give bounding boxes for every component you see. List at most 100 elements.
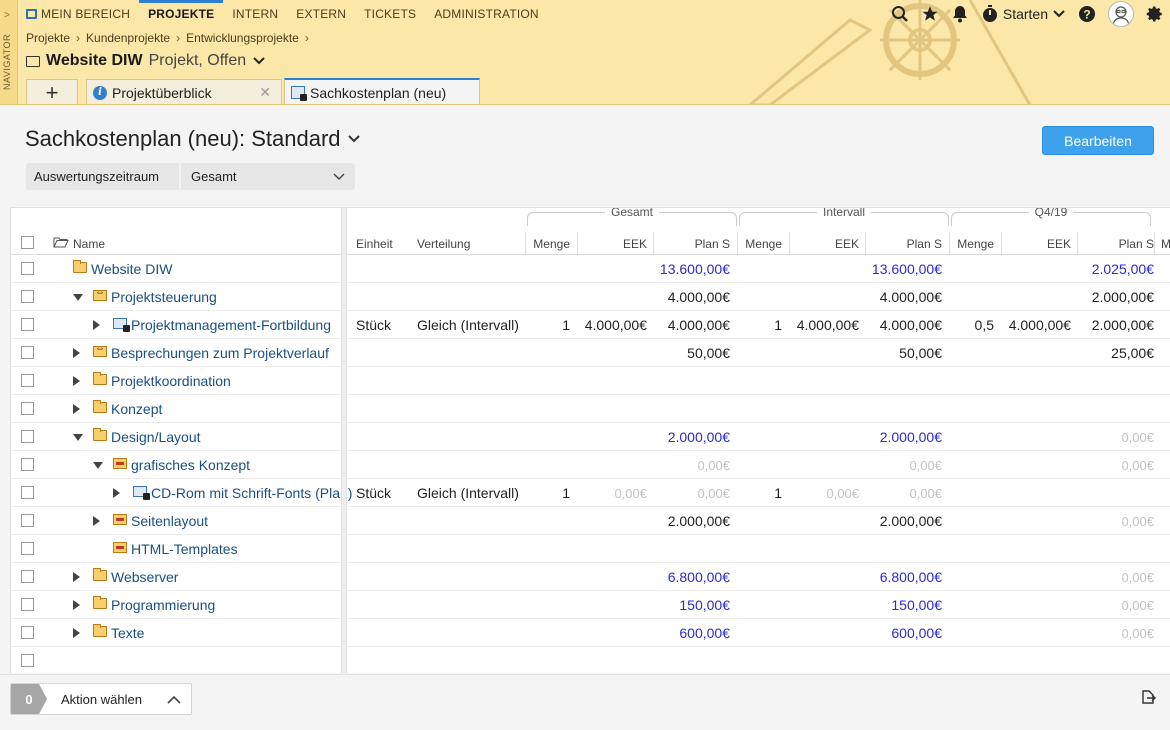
- nav-mein-bereich[interactable]: MEIN BEREICH: [26, 0, 139, 28]
- row-name-link[interactable]: Design/Layout: [111, 423, 201, 451]
- expand-arrow-icon[interactable]: [93, 320, 100, 330]
- column-verteilung[interactable]: Verteilung: [417, 234, 470, 254]
- table-row[interactable]: grafisches Konzept 0,00€ 0,00€ 0,00€: [11, 451, 1170, 479]
- nav-administration[interactable]: ADMINISTRATION: [425, 0, 548, 28]
- project-title[interactable]: Website DIW Projekt, Offen: [26, 52, 266, 70]
- expand-arrow-icon[interactable]: [73, 348, 80, 358]
- row-checkbox[interactable]: [21, 374, 34, 387]
- export-icon[interactable]: [1140, 689, 1156, 705]
- row-checkbox[interactable]: [21, 262, 34, 275]
- collapse-arrow-icon[interactable]: [73, 434, 83, 441]
- row-name-link[interactable]: Projektsteuerung: [111, 283, 217, 311]
- collapse-arrow-icon[interactable]: [93, 462, 103, 469]
- table-row[interactable]: CD-Rom mit Schrift-Fonts (Plan) Stück Glei…: [11, 479, 1170, 507]
- row-name-link[interactable]: grafisches Konzept: [131, 451, 250, 479]
- column-eek[interactable]: EEK: [789, 234, 859, 254]
- row-checkbox[interactable]: [21, 346, 34, 359]
- row-name-link[interactable]: Website DIW: [91, 255, 172, 283]
- row-name-link[interactable]: Webserver: [111, 563, 178, 591]
- row-name-link[interactable]: Projektkoordination: [111, 367, 231, 395]
- column-menge[interactable]: Menge: [739, 234, 782, 254]
- collapse-arrow-icon[interactable]: [73, 294, 83, 301]
- row-checkbox[interactable]: [21, 486, 34, 499]
- page-title[interactable]: Sachkostenplan (neu): Standard: [25, 126, 361, 152]
- row-name-link[interactable]: CD-Rom mit Schrift-Fonts (Plan): [151, 479, 352, 507]
- row-name-link[interactable]: HTML-Templates: [131, 535, 238, 563]
- table-row[interactable]: HTML-Templates: [11, 535, 1170, 563]
- row-name-link[interactable]: Texte: [111, 619, 144, 647]
- table-row[interactable]: Seitenlayout 2.000,00€ 2.000,00€ 0,00€: [11, 507, 1170, 535]
- row-checkbox[interactable]: [21, 542, 34, 555]
- breadcrumb: Projekte › Kundenprojekte › Entwicklungs…: [26, 31, 309, 45]
- table-row[interactable]: Projektsteuerung 4.000,00€ 4.000,00€ 2.000,…: [11, 283, 1170, 311]
- column-eek[interactable]: EEK: [577, 234, 647, 254]
- table-row[interactable]: Besprechungen zum Projektverlauf 50,00€ 50…: [11, 339, 1170, 367]
- avatar[interactable]: [1108, 1, 1134, 27]
- column-name[interactable]: Name: [73, 234, 105, 254]
- period-select[interactable]: Gesamt: [181, 163, 355, 190]
- star-icon[interactable]: [915, 0, 945, 28]
- row-checkbox[interactable]: [21, 318, 34, 331]
- expand-arrow-icon[interactable]: [73, 628, 80, 638]
- row-name-link[interactable]: Konzept: [111, 395, 162, 423]
- row-name-link[interactable]: Programmierung: [111, 591, 215, 619]
- table-row[interactable]: Website DIW 13.600,00€ 13.600,00€ 2.025,00€: [11, 255, 1170, 283]
- row-checkbox[interactable]: [21, 570, 34, 583]
- tab-projektueberblick[interactable]: i Projektüberblick ✕: [86, 79, 282, 104]
- table-row[interactable]: Konzept: [11, 395, 1170, 423]
- navigator-toggle[interactable]: > NAVIGATOR: [0, 0, 18, 104]
- expand-arrow-icon[interactable]: [73, 404, 80, 414]
- table-row[interactable]: Projektmanagement-Fortbildung Stück Gleich…: [11, 311, 1170, 339]
- table-row[interactable]: Projektkoordination: [11, 367, 1170, 395]
- table-row[interactable]: Texte 600,00€ 600,00€ 0,00€: [11, 619, 1170, 647]
- row-checkbox[interactable]: [21, 626, 34, 639]
- row-checkbox[interactable]: [21, 402, 34, 415]
- column-plan-s[interactable]: Plan S: [1077, 234, 1154, 254]
- expand-arrow-icon[interactable]: [93, 516, 100, 526]
- row-name-link[interactable]: Projektmanagement-Fortbildung: [131, 311, 331, 339]
- column-menge[interactable]: Menge: [527, 234, 570, 254]
- row-checkbox[interactable]: [21, 290, 34, 303]
- row-checkbox[interactable]: [21, 514, 34, 527]
- nav-projekte[interactable]: PROJEKTE: [139, 0, 224, 28]
- starten-menu[interactable]: Starten: [975, 5, 1072, 23]
- action-select[interactable]: 0 Aktion wählen: [10, 683, 192, 715]
- nav-extern[interactable]: EXTERN: [287, 0, 355, 28]
- expand-arrow-icon[interactable]: [73, 600, 80, 610]
- expand-arrow-icon[interactable]: [73, 376, 80, 386]
- column-plan-s[interactable]: Plan S: [865, 234, 942, 254]
- tab-sachkostenplan[interactable]: Sachkostenplan (neu): [284, 78, 480, 104]
- search-icon[interactable]: [885, 0, 915, 28]
- column-menge[interactable]: Menge: [951, 234, 994, 254]
- nav-intern[interactable]: INTERN: [223, 0, 287, 28]
- column-splitter[interactable]: [341, 208, 347, 673]
- gear-icon[interactable]: [1140, 0, 1170, 28]
- row-checkbox[interactable]: [21, 430, 34, 443]
- table-row[interactable]: Programmierung 150,00€ 150,00€ 0,00€: [11, 591, 1170, 619]
- breadcrumb-projekte[interactable]: Projekte: [26, 31, 70, 45]
- table-row[interactable]: Webserver 6.800,00€ 6.800,00€ 0,00€: [11, 563, 1170, 591]
- expand-arrow-icon[interactable]: [113, 488, 120, 498]
- column-plan-s[interactable]: Plan S: [653, 234, 730, 254]
- close-icon[interactable]: ✕: [259, 84, 271, 101]
- breadcrumb-entwicklungsprojekte[interactable]: Entwicklungsprojekte: [186, 31, 299, 45]
- help-icon[interactable]: ?: [1072, 0, 1102, 28]
- breadcrumb-kundenprojekte[interactable]: Kundenprojekte: [86, 31, 170, 45]
- select-all-checkbox[interactable]: [21, 236, 34, 249]
- row-name-link[interactable]: Seitenlayout: [131, 507, 208, 535]
- edit-button[interactable]: Bearbeiten: [1042, 126, 1154, 155]
- column-menge-partial[interactable]: M: [1161, 234, 1170, 254]
- table-row[interactable]: Design/Layout 2.000,00€ 2.000,00€ 0,00€: [11, 423, 1170, 451]
- add-tab-button[interactable]: +: [26, 79, 78, 104]
- expand-arrow-icon[interactable]: [73, 572, 80, 582]
- bell-icon[interactable]: [945, 0, 975, 28]
- row-checkbox[interactable]: [21, 598, 34, 611]
- column-einheit[interactable]: Einheit: [356, 234, 393, 254]
- action-select-box[interactable]: Aktion wählen: [47, 684, 191, 714]
- footer-checkbox[interactable]: [21, 654, 34, 667]
- work-package-icon: [113, 514, 127, 525]
- column-eek[interactable]: EEK: [1001, 234, 1071, 254]
- nav-tickets[interactable]: TICKETS: [355, 0, 425, 28]
- row-name-link[interactable]: Besprechungen zum Projektverlauf: [111, 339, 329, 367]
- row-checkbox[interactable]: [21, 458, 34, 471]
